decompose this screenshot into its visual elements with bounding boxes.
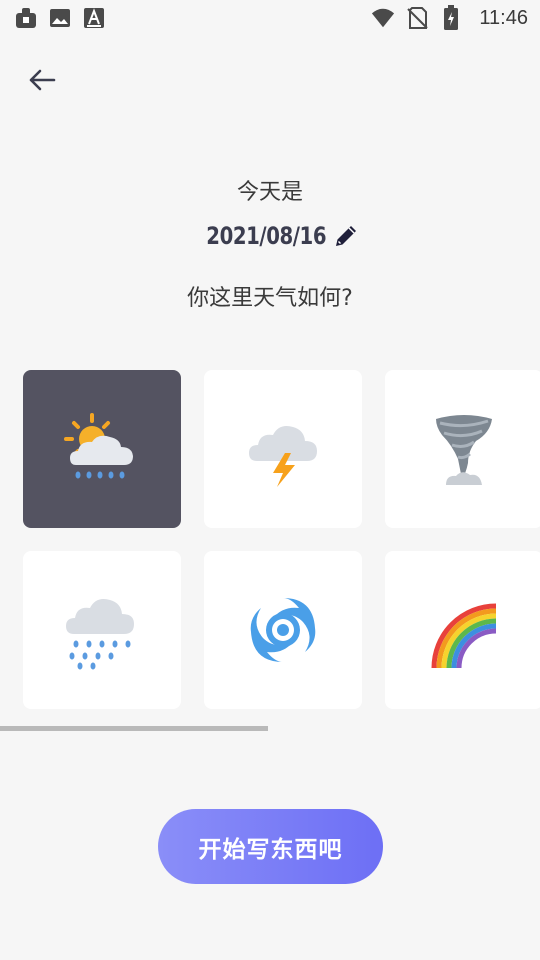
weather-option-tornado[interactable] [385,370,540,528]
status-bar: 11:46 [0,0,540,36]
start-writing-button[interactable]: 开始写东西吧 [158,809,383,884]
cyclone-icon [250,598,316,662]
battery-charging-icon [439,5,463,30]
weather-option-rainbow[interactable] [385,551,540,709]
image-icon [48,6,72,30]
horizontal-scrollbar[interactable] [0,726,268,731]
weather-option-sun-behind-rain-cloud[interactable] [23,370,181,528]
back-button[interactable] [22,60,62,100]
text-a-icon [82,6,106,30]
date-row: 2021/08/16 [0,222,540,250]
no-sim-icon [405,6,429,30]
rainbow-icon [431,603,497,669]
sun-behind-rain-cloud-icon [64,413,133,479]
date-text: 2021/08/16 [206,222,327,250]
app-icon [14,6,38,30]
arrow-left-icon [29,69,56,91]
tornado-icon [436,415,492,485]
cloud-with-rain-icon [66,599,134,670]
status-bar-left [14,6,106,30]
edit-date-button[interactable] [332,222,360,250]
weather-question: 你这里天气如何? [187,286,353,311]
status-bar-right: 11:46 [371,5,528,30]
wifi-icon [371,6,395,30]
weather-option-cloud-with-lightning[interactable] [204,370,362,528]
heading-today-is: 今天是 [236,180,303,205]
status-time: 11:46 [479,6,528,29]
weather-option-cyclone[interactable] [204,551,362,709]
cloud-with-lightning-icon [249,426,317,487]
weather-option-cloud-with-rain[interactable] [23,551,181,709]
pencil-icon [336,226,357,246]
